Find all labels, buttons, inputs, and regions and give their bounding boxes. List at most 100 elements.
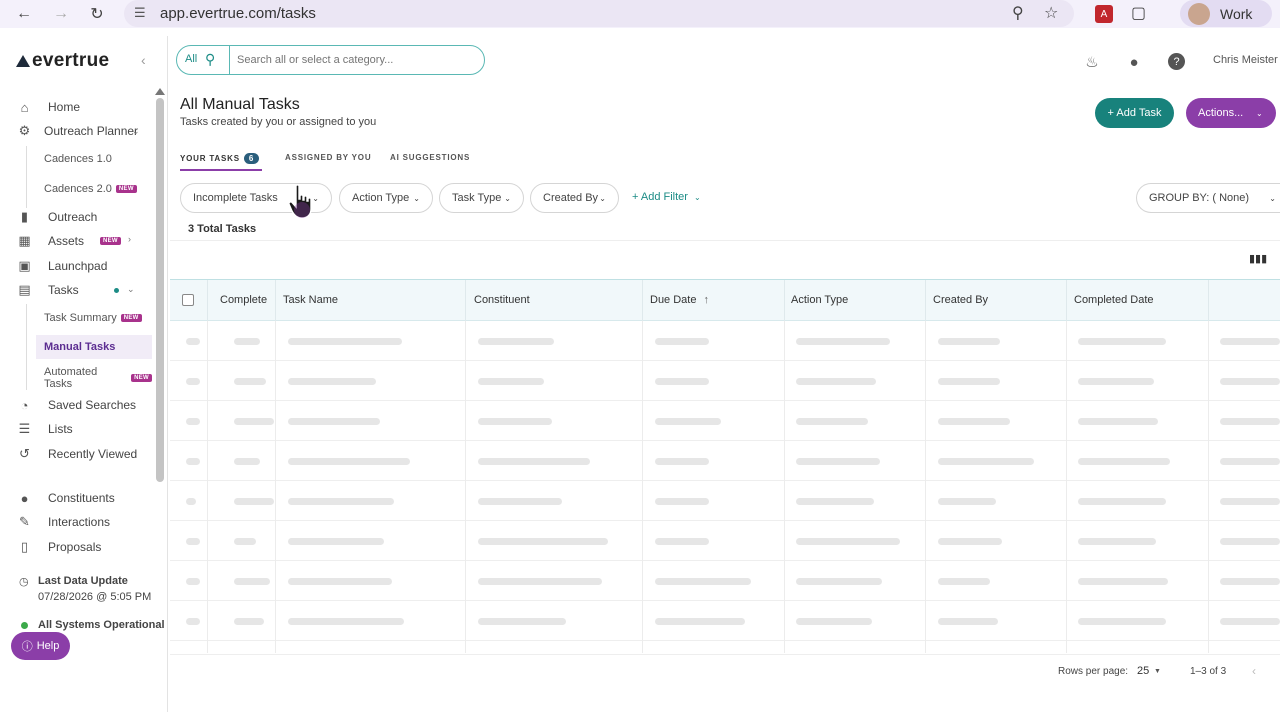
help-button[interactable]: ⓘ Help — [11, 632, 70, 660]
back-icon[interactable]: ← — [14, 4, 34, 24]
profile-button[interactable]: Work — [1180, 0, 1272, 27]
system-status: All Systems Operational — [38, 619, 165, 631]
table-row[interactable] — [170, 561, 1280, 601]
sidebar-item-proposals[interactable]: ▯ Proposals — [0, 536, 152, 558]
column-task-name[interactable]: Task Name — [283, 294, 338, 306]
zoom-icon[interactable]: ⚲ — [1012, 3, 1024, 23]
table-row[interactable] — [170, 401, 1280, 441]
table-row[interactable] — [170, 601, 1280, 641]
edit-icon: ✎ — [19, 514, 30, 529]
extensions-icon[interactable]: ▢ — [1131, 3, 1146, 23]
column-created-by[interactable]: Created By — [933, 294, 988, 306]
skeleton-placeholder — [796, 538, 900, 545]
bell-icon[interactable]: ♨ — [1083, 53, 1101, 71]
collapse-sidebar-icon[interactable]: ‹ — [141, 52, 146, 68]
flame-icon[interactable]: ● — [1125, 53, 1143, 71]
table-row[interactable] — [170, 521, 1280, 561]
table-row[interactable] — [170, 361, 1280, 401]
task-count-badge: 6 — [243, 153, 260, 164]
new-badge: NEW — [120, 314, 142, 322]
sidebar-item-interactions[interactable]: ✎ Interactions — [0, 511, 152, 533]
skeleton-placeholder — [1078, 538, 1156, 545]
chevron-down-icon: ⌄ — [413, 193, 420, 203]
search-icon[interactable]: ⚲ — [205, 51, 215, 68]
site-settings-icon[interactable]: ☰ — [134, 5, 146, 21]
table-row[interactable] — [170, 441, 1280, 481]
sidebar-item-lists[interactable]: ☰ Lists — [0, 418, 152, 440]
pdf-extension-icon[interactable]: A — [1095, 5, 1113, 23]
sidebar-item-cadences-1[interactable]: Cadences 1.0 — [36, 147, 152, 171]
table-row[interactable] — [170, 481, 1280, 521]
header-divider — [1208, 280, 1209, 322]
filter-action-type[interactable]: Action Type ⌄ — [339, 183, 433, 213]
search-scope[interactable]: All — [185, 53, 197, 65]
skeleton-placeholder — [1078, 418, 1158, 425]
columns-icon[interactable]: ▮▮▮ — [1249, 252, 1267, 265]
skeleton-placeholder — [1220, 458, 1280, 465]
sidebar-item-tasks[interactable]: ▤ Tasks ⌄ — [0, 279, 152, 301]
skeleton-placeholder — [478, 378, 544, 385]
sidebar-item-launchpad[interactable]: ▣ Launchpad — [0, 255, 152, 277]
skeleton-placeholder — [288, 578, 392, 585]
add-task-button[interactable]: + Add Task — [1095, 98, 1174, 128]
chevron-down-icon: ⌄ — [132, 126, 140, 136]
sidebar-item-automated-tasks[interactable]: Automated Tasks NEW — [36, 366, 152, 390]
filter-task-type[interactable]: Task Type ⌄ — [439, 183, 524, 213]
tab-assigned-by-you[interactable]: ASSIGNED BY YOU — [285, 153, 371, 162]
column-completed-date[interactable]: Completed Date — [1074, 294, 1154, 306]
sidebar-item-assets[interactable]: ▦ Assets NEW › — [0, 230, 152, 252]
total-count: 3 Total Tasks — [188, 223, 257, 235]
column-complete[interactable]: Complete — [220, 294, 267, 306]
skeleton-placeholder — [796, 418, 868, 425]
submenu-line — [26, 304, 27, 390]
skeleton-placeholder — [234, 618, 264, 625]
add-filter-button[interactable]: + Add Filter ⌄ — [632, 191, 701, 203]
skeleton-placeholder — [796, 378, 876, 385]
sidebar-scrollbar[interactable] — [156, 98, 164, 482]
sidebar-item-outreach-planner[interactable]: ⚙ Outreach Planner ⌄ — [0, 120, 152, 142]
table-row[interactable] — [170, 321, 1280, 361]
select-all-checkbox[interactable] — [182, 294, 194, 306]
sidebar-item-recently-viewed[interactable]: ↺ Recently Viewed — [0, 443, 152, 465]
page-title: All Manual Tasks — [180, 96, 300, 113]
list-icon: ☰ — [18, 421, 31, 436]
skeleton-placeholder — [1078, 338, 1166, 345]
previous-page-icon[interactable]: ‹ — [1252, 664, 1256, 678]
submenu-line — [26, 146, 27, 208]
group-by-dropdown[interactable]: GROUP BY: ( None) ⌄ — [1136, 183, 1280, 213]
actions-button[interactable]: Actions... ⌄ — [1186, 98, 1276, 128]
sidebar-item-outreach[interactable]: ▮ Outreach — [0, 206, 152, 228]
forward-icon[interactable]: → — [51, 4, 71, 24]
tab-your-tasks[interactable]: YOUR TASKS 6 — [180, 153, 260, 164]
sidebar-item-saved-searches[interactable]: ◔ Saved Searches — [0, 394, 152, 416]
column-constituent[interactable]: Constituent — [474, 294, 530, 306]
search-input[interactable] — [237, 52, 477, 68]
tab-ai-suggestions[interactable]: AI SUGGESTIONS — [390, 153, 470, 162]
scroll-up-icon[interactable] — [155, 88, 165, 95]
assets-icon: ▦ — [18, 233, 31, 248]
rows-per-page-select[interactable]: 25 — [1137, 665, 1149, 677]
skeleton-placeholder — [796, 578, 882, 585]
bookmark-star-icon[interactable]: ☆ — [1044, 3, 1058, 23]
column-action-type[interactable]: Action Type — [791, 294, 848, 306]
address-bar[interactable]: ☰ app.evertrue.com/tasks ⚲ ☆ — [124, 0, 1074, 27]
skeleton-placeholder — [1220, 578, 1280, 585]
skeleton-placeholder — [1078, 498, 1166, 505]
reload-icon[interactable]: ↻ — [87, 4, 107, 24]
user-name[interactable]: Chris Meister — [1213, 54, 1278, 66]
sort-ascending-icon[interactable]: ↑ — [704, 294, 710, 306]
help-circle-icon[interactable]: ? — [1168, 53, 1185, 70]
sidebar-item-cadences-2[interactable]: Cadences 2.0 NEW — [36, 177, 152, 201]
global-search[interactable]: All ⚲ — [176, 45, 485, 75]
caret-down-icon[interactable]: ▼ — [1154, 668, 1161, 675]
filter-created-by[interactable]: Created By ⌄ — [530, 183, 619, 213]
skeleton-placeholder — [186, 538, 200, 545]
chevron-down-icon: ⌄ — [1269, 193, 1276, 203]
status-dot — [21, 622, 28, 629]
column-due-date[interactable]: Due Date ↑ — [650, 294, 709, 306]
sidebar-item-constituents[interactable]: ● Constituents — [0, 487, 152, 509]
sidebar-item-home[interactable]: ⌂ Home — [0, 96, 152, 118]
sidebar-item-manual-tasks[interactable]: Manual Tasks — [36, 335, 152, 359]
sidebar-item-task-summary[interactable]: Task Summary NEW — [36, 306, 152, 330]
skeleton-placeholder — [478, 458, 590, 465]
